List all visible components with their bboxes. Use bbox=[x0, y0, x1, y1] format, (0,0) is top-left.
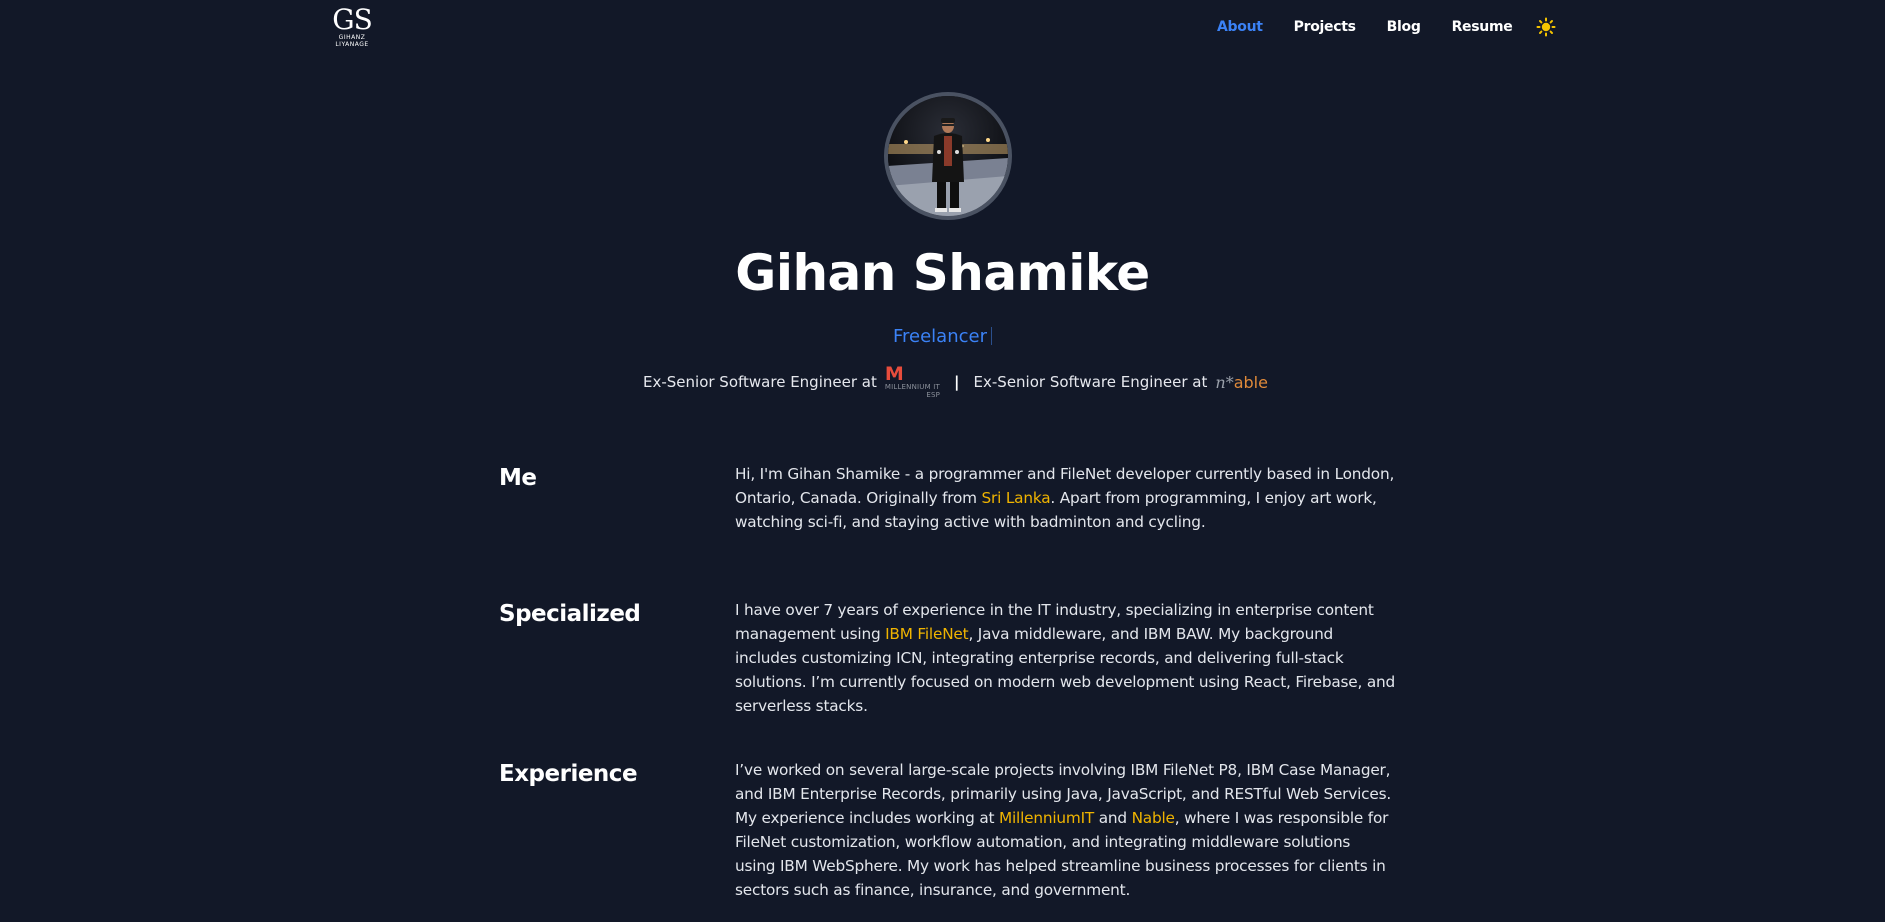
role-text: Freelancer bbox=[892, 326, 987, 347]
sun-icon bbox=[1536, 17, 1556, 37]
profile-photo bbox=[888, 96, 1008, 216]
link-sri-lanka[interactable]: Sri Lanka bbox=[982, 489, 1051, 507]
nav-projects[interactable]: Projects bbox=[1294, 19, 1356, 35]
section-body-me: Hi, I'm Gihan Shamike - a programmer and… bbox=[735, 465, 1395, 531]
employer-2-text: Ex-Senior Software Engineer at bbox=[973, 373, 1208, 391]
typing-caret bbox=[991, 327, 992, 345]
link-nable[interactable]: Nable bbox=[1132, 809, 1175, 827]
page: GS GIHANZ LIYANAGE About Projects Blog R… bbox=[0, 0, 1885, 922]
nav-resume[interactable]: Resume bbox=[1452, 19, 1513, 35]
employers-line: Ex-Senior Software Engineer at M MILLENN… bbox=[643, 363, 1268, 400]
section-title-experience: Experience bbox=[499, 761, 638, 787]
hero-role: Freelancer bbox=[0, 326, 1885, 347]
hero-name: Gihan Shamike bbox=[735, 244, 1150, 302]
logo-sub-line2: LIYANAGE bbox=[335, 41, 369, 48]
site-logo[interactable]: GS GIHANZ LIYANAGE bbox=[330, 3, 374, 49]
nav-about[interactable]: About bbox=[1217, 19, 1263, 35]
link-millenniumit[interactable]: MillenniumIT bbox=[999, 809, 1094, 827]
main-nav: About Projects Blog Resume bbox=[1217, 19, 1543, 35]
section-title-specialized: Specialized bbox=[499, 601, 641, 627]
avatar bbox=[884, 92, 1012, 220]
millennium-it-esp-logo: M MILLENNIUM IT ESP bbox=[884, 363, 941, 400]
link-ibm-filenet[interactable]: IBM FileNet bbox=[885, 625, 969, 643]
employer-separator: | bbox=[954, 373, 960, 391]
section-body-specialized: I have over 7 years of experience in the… bbox=[735, 601, 1396, 715]
theme-toggle-button[interactable] bbox=[1536, 17, 1556, 37]
n-able-logo: n*able bbox=[1215, 372, 1268, 392]
nav-blog[interactable]: Blog bbox=[1387, 19, 1421, 35]
section-body-experience: I’ve worked on several large-scale proje… bbox=[735, 761, 1392, 899]
logo-mark: GS bbox=[332, 3, 373, 36]
employer-1-text: Ex-Senior Software Engineer at bbox=[643, 373, 877, 391]
section-title-me: Me bbox=[499, 465, 537, 491]
